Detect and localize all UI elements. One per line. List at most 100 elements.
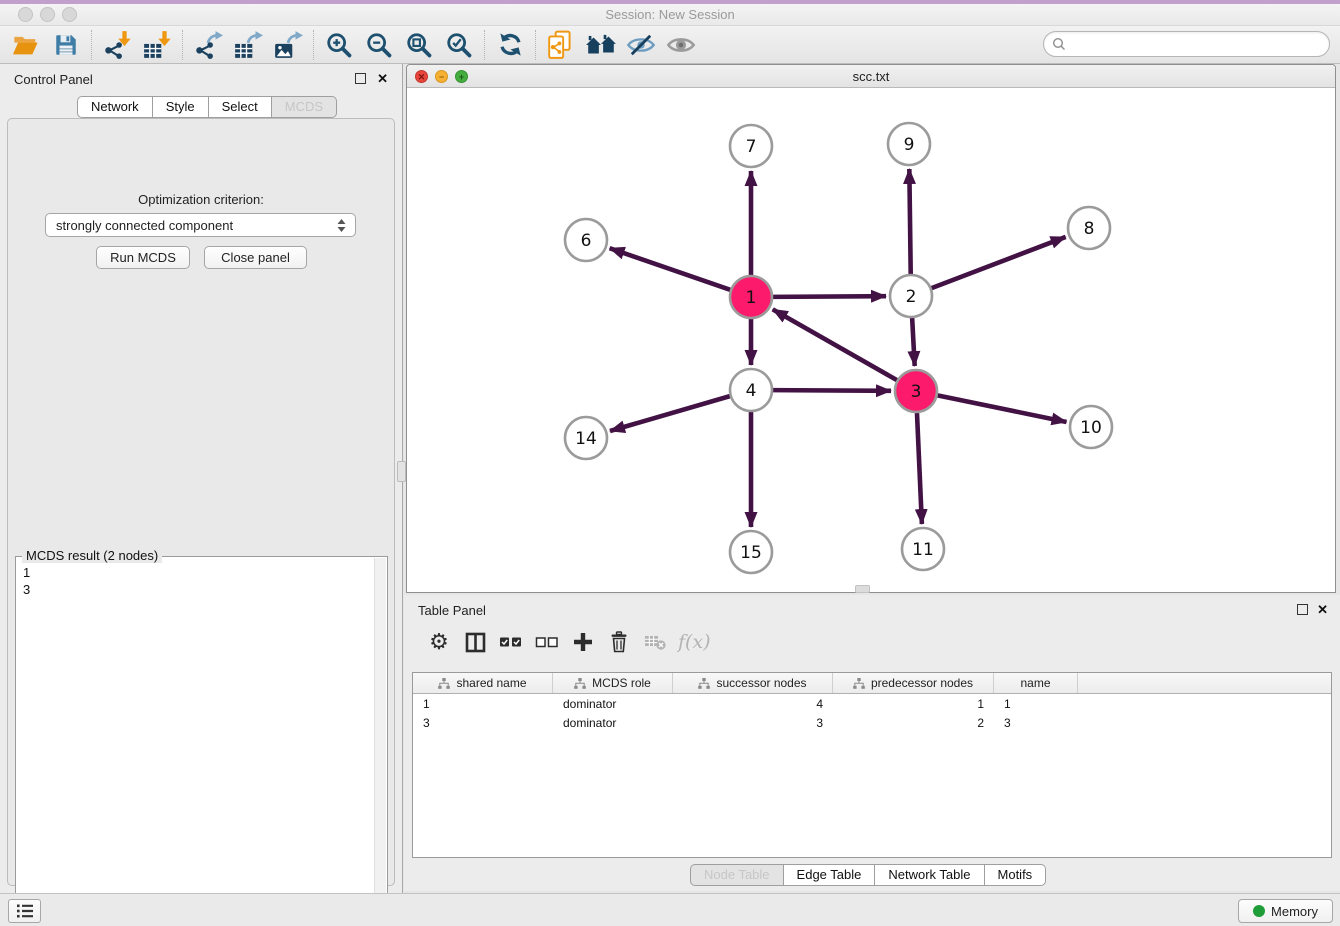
graph-node-1[interactable]: 1 bbox=[730, 276, 772, 318]
table-cell[interactable]: 3 bbox=[994, 716, 1078, 732]
graph-node-15[interactable]: 15 bbox=[730, 531, 772, 573]
table-cell[interactable]: 1 bbox=[413, 697, 553, 713]
graph-node-11[interactable]: 11 bbox=[902, 528, 944, 570]
import-table-button[interactable] bbox=[137, 28, 177, 62]
zoom-selected-button[interactable] bbox=[439, 28, 479, 62]
graph-edge-2-8[interactable] bbox=[932, 237, 1066, 288]
tab-mcds[interactable]: MCDS bbox=[272, 96, 337, 118]
criterion-select-value: strongly connected component bbox=[56, 218, 336, 233]
graph-edge-1-2[interactable] bbox=[773, 296, 886, 297]
graph-node-3[interactable]: 3 bbox=[895, 370, 937, 412]
toggle-columns-button[interactable] bbox=[462, 627, 488, 657]
table-settings-button[interactable]: ⚙ bbox=[426, 627, 452, 657]
tab-network-table[interactable]: Network Table bbox=[875, 864, 984, 886]
select-all-button[interactable] bbox=[498, 627, 524, 657]
network-window-titlebar[interactable]: ✕ − + scc.txt bbox=[407, 65, 1335, 88]
column-header-shared-name[interactable]: shared name bbox=[413, 673, 553, 693]
graph-edge-1-6[interactable] bbox=[610, 248, 731, 290]
graph-edge-2-3[interactable] bbox=[912, 318, 915, 366]
table-cell[interactable]: 3 bbox=[413, 716, 553, 732]
graph-node-10[interactable]: 10 bbox=[1070, 406, 1112, 448]
graph-node-2[interactable]: 2 bbox=[890, 275, 932, 317]
deselect-all-button[interactable] bbox=[534, 627, 560, 657]
table-row[interactable]: 3dominator323 bbox=[413, 716, 1331, 732]
table-cell[interactable]: 2 bbox=[833, 716, 994, 732]
float-table-panel-icon[interactable] bbox=[1297, 604, 1308, 615]
close-panel-button[interactable]: Close panel bbox=[204, 246, 307, 269]
table-cell[interactable]: 4 bbox=[673, 697, 833, 713]
tab-edge-table[interactable]: Edge Table bbox=[784, 864, 876, 886]
column-header-name[interactable]: name bbox=[994, 673, 1078, 693]
graph-node-8[interactable]: 8 bbox=[1068, 207, 1110, 249]
search-field[interactable] bbox=[1043, 31, 1330, 57]
table-cell[interactable]: 1 bbox=[833, 697, 994, 713]
plus-icon bbox=[572, 631, 594, 653]
zoom-fit-button[interactable] bbox=[399, 28, 439, 62]
graph-edge-3-1[interactable] bbox=[773, 309, 897, 380]
refresh-layout-button[interactable] bbox=[490, 28, 530, 62]
function-builder-button[interactable]: f(x) bbox=[678, 627, 711, 657]
float-panel-icon[interactable] bbox=[355, 73, 366, 84]
run-mcds-button[interactable]: Run MCDS bbox=[96, 246, 190, 269]
task-history-button[interactable] bbox=[8, 899, 41, 923]
graph-edge-3-11[interactable] bbox=[917, 413, 922, 524]
graph-node-7[interactable]: 7 bbox=[730, 125, 772, 167]
delete-table-button[interactable] bbox=[642, 627, 668, 657]
first-neighbors-button[interactable] bbox=[581, 28, 621, 62]
export-image-button[interactable] bbox=[268, 28, 308, 62]
gear-icon: ⚙ bbox=[429, 630, 449, 655]
memory-button[interactable]: Memory bbox=[1238, 899, 1333, 923]
table-row[interactable]: 1dominator411 bbox=[413, 697, 1331, 713]
column-header-successor-nodes[interactable]: successor nodes bbox=[673, 673, 833, 693]
table-cell[interactable]: 1 bbox=[994, 697, 1078, 713]
show-all-button[interactable] bbox=[661, 28, 701, 62]
export-network-button[interactable] bbox=[188, 28, 228, 62]
graph-edge-4-3[interactable] bbox=[773, 390, 891, 391]
control-panel-tabs: NetworkStyleSelectMCDS bbox=[77, 96, 337, 118]
zoom-selected-icon bbox=[445, 31, 473, 59]
tab-motifs[interactable]: Motifs bbox=[985, 864, 1047, 886]
graph-node-label: 7 bbox=[746, 137, 757, 157]
toolbar-separator bbox=[484, 30, 485, 60]
table-cell[interactable]: dominator bbox=[553, 716, 673, 732]
graph-edge-2-9[interactable] bbox=[909, 169, 910, 274]
table-toolbar: ⚙ bbox=[412, 623, 1332, 661]
graph-node-14[interactable]: 14 bbox=[565, 417, 607, 459]
vertical-splitter-handle[interactable] bbox=[397, 461, 406, 482]
tab-node-table[interactable]: Node Table bbox=[690, 864, 784, 886]
search-input[interactable] bbox=[1066, 34, 1329, 54]
table-cell[interactable]: dominator bbox=[553, 697, 673, 713]
graph-node-9[interactable]: 9 bbox=[888, 123, 930, 165]
import-network-button[interactable] bbox=[97, 28, 137, 62]
add-row-button[interactable] bbox=[570, 627, 596, 657]
horizontal-splitter-handle[interactable] bbox=[855, 585, 870, 593]
graph-edge-3-10[interactable] bbox=[938, 395, 1067, 422]
graph-node-4[interactable]: 4 bbox=[730, 369, 772, 411]
table-cell[interactable]: 3 bbox=[673, 716, 833, 732]
criterion-select[interactable]: strongly connected component bbox=[45, 213, 356, 237]
zoom-out-button[interactable] bbox=[359, 28, 399, 62]
node-table[interactable]: shared nameMCDS role successor nodes prede… bbox=[412, 672, 1332, 858]
tab-style[interactable]: Style bbox=[153, 96, 209, 118]
graph-edge-4-14[interactable] bbox=[610, 396, 730, 431]
zoom-in-button[interactable] bbox=[319, 28, 359, 62]
network-canvas[interactable]: 7 9 6 8 1 2 4 3 14 10 15 11 bbox=[407, 88, 1335, 592]
table-panel-header: Table Panel ✕ bbox=[404, 595, 1340, 625]
tab-select[interactable]: Select bbox=[209, 96, 272, 118]
close-panel-icon[interactable]: ✕ bbox=[377, 71, 388, 87]
hide-selected-button[interactable] bbox=[621, 28, 661, 62]
open-session-button[interactable] bbox=[6, 28, 46, 62]
graph-node-6[interactable]: 6 bbox=[565, 219, 607, 261]
delete-row-button[interactable] bbox=[606, 627, 632, 657]
column-header-mcds-role[interactable]: MCDS role bbox=[553, 673, 673, 693]
network-graph[interactable]: 7 9 6 8 1 2 4 3 14 10 15 11 bbox=[407, 88, 1335, 592]
save-session-button[interactable] bbox=[46, 28, 86, 62]
export-table-button[interactable] bbox=[228, 28, 268, 62]
result-scrollbar[interactable] bbox=[374, 558, 386, 924]
graph-node-label: 4 bbox=[746, 381, 757, 401]
column-header-predecessor-nodes[interactable]: predecessor nodes bbox=[833, 673, 994, 693]
copy-network-button[interactable] bbox=[541, 28, 581, 62]
column-header-label: successor nodes bbox=[716, 676, 806, 690]
tab-network[interactable]: Network bbox=[77, 96, 153, 118]
close-table-panel-icon[interactable]: ✕ bbox=[1317, 602, 1328, 618]
